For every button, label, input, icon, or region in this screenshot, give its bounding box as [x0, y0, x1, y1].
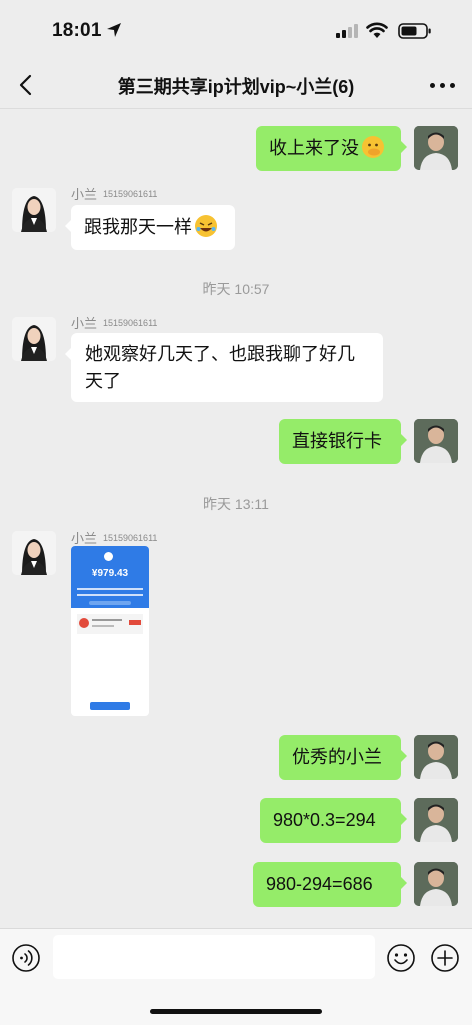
- input-bar: [0, 928, 472, 1025]
- screenshot-header: ¥979.43: [71, 546, 149, 608]
- plus-icon[interactable]: [430, 943, 460, 973]
- screenshot-row: [77, 614, 143, 634]
- timestamp: 昨天 10:57: [202, 281, 270, 297]
- timestamp: 昨天 13:11: [203, 496, 269, 512]
- status-bar: 18:01: [0, 0, 472, 62]
- contact-avatar[interactable]: [12, 531, 56, 575]
- message-bubble[interactable]: 收上来了没: [256, 126, 407, 171]
- message-bubble[interactable]: 直接银行卡: [279, 419, 407, 464]
- message-text: 980-294=686: [266, 874, 373, 894]
- sender-name: 小兰 15159061611: [71, 531, 158, 546]
- screenshot-amount: ¥979.43: [91, 568, 129, 579]
- message-text: 980*0.3=294: [273, 810, 376, 830]
- self-avatar[interactable]: [414, 798, 458, 842]
- message-text: 直接银行卡: [292, 431, 382, 451]
- signal-icon: [336, 24, 358, 38]
- message-bubble[interactable]: 跟我那天一样: [65, 205, 235, 250]
- screenshot-button: [90, 702, 130, 710]
- message-bubble[interactable]: 980-294=686: [253, 862, 407, 907]
- message-text: 优秀的小兰: [292, 747, 382, 767]
- location-arrow-icon: [107, 23, 121, 37]
- message-text-line: 天了: [85, 371, 121, 391]
- battery-icon: [398, 23, 431, 39]
- chat-header: 第三期共享ip计划vip~小兰(6): [0, 62, 472, 109]
- status-time: 18:01: [52, 20, 102, 41]
- voice-icon[interactable]: [11, 943, 41, 973]
- face-with-hand-over-mouth-icon: [362, 136, 384, 158]
- chat-title: 第三期共享ip计划vip~小兰(6): [117, 77, 355, 97]
- sender-name: 小兰 15159061611: [71, 316, 158, 331]
- image-message-thumbnail[interactable]: ¥979.43: [71, 546, 149, 716]
- self-avatar[interactable]: [414, 419, 458, 463]
- message-text: 收上来了没: [269, 138, 359, 158]
- message-bubble[interactable]: 她观察好几天了、也跟我聊了好几 天了: [65, 333, 383, 402]
- message-input[interactable]: [53, 935, 375, 979]
- message-bubble[interactable]: 优秀的小兰: [279, 735, 407, 780]
- wifi-icon: [366, 22, 388, 38]
- self-avatar[interactable]: [414, 735, 458, 779]
- self-avatar[interactable]: [414, 126, 458, 170]
- back-chevron-icon[interactable]: [12, 70, 42, 100]
- contact-avatar[interactable]: [12, 317, 56, 361]
- message-bubble[interactable]: 980*0.3=294: [260, 798, 407, 843]
- message-list[interactable]: 收上来了没 小兰 15159061611 跟我那天一样 昨天 10:57 小兰 15…: [0, 108, 472, 928]
- self-avatar[interactable]: [414, 862, 458, 906]
- home-indicator[interactable]: [150, 1009, 322, 1014]
- contact-avatar[interactable]: [12, 188, 56, 232]
- more-dots-icon[interactable]: [428, 70, 458, 100]
- rolling-on-floor-laughing-icon: [195, 215, 217, 237]
- emoji-icon[interactable]: [386, 943, 416, 973]
- message-text-line: 她观察好几天了、也跟我聊了好几: [85, 344, 355, 364]
- message-text: 跟我那天一样: [84, 217, 192, 237]
- sender-name: 小兰 15159061611: [71, 187, 158, 202]
